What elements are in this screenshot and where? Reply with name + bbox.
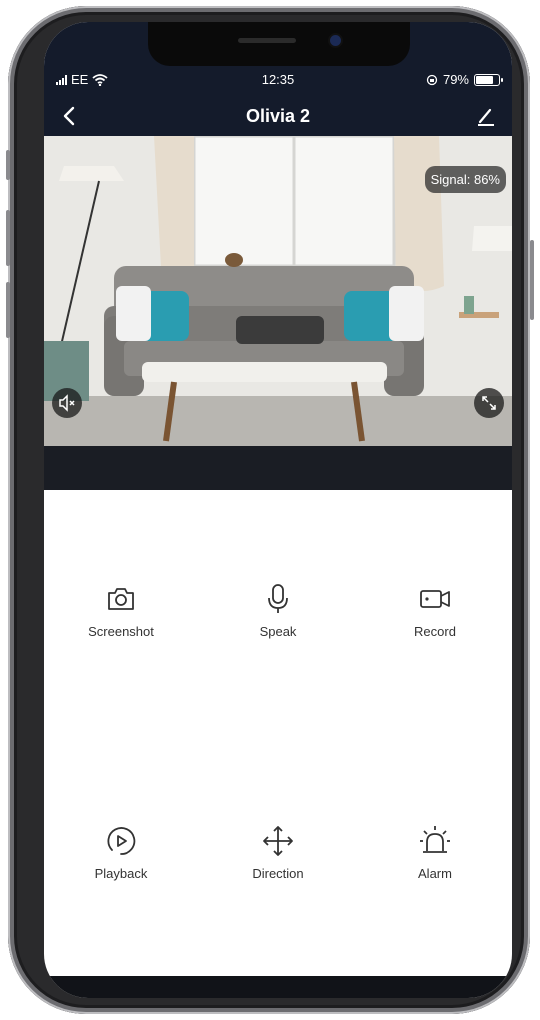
status-bar: EE 12:35 79% — [44, 72, 512, 92]
battery-icon — [474, 73, 503, 86]
speak-label: Speak — [259, 624, 297, 639]
direction-button[interactable]: Direction — [218, 824, 338, 881]
speaker-muted-icon — [59, 394, 75, 412]
playback-button[interactable]: Playback — [61, 824, 181, 881]
nav-bar: Olivia 2 — [44, 102, 512, 132]
microphone-icon — [268, 584, 288, 613]
bottom-bezel-strip — [44, 976, 512, 998]
earpiece — [238, 38, 296, 43]
app-screen: EE 12:35 79% Olivia 2 Signal: 86% Screen… — [44, 22, 512, 998]
screenshot-button[interactable]: Screenshot — [61, 582, 181, 639]
mute-switch — [6, 150, 10, 180]
screenshot-label: Screenshot — [88, 624, 154, 639]
notch — [148, 22, 410, 66]
speak-button[interactable]: Speak — [218, 582, 338, 639]
fullscreen-button[interactable] — [474, 388, 504, 418]
signal-strength-badge: Signal: 86% — [424, 166, 506, 193]
video-letterbox — [44, 446, 512, 490]
record-button[interactable]: Record — [375, 582, 495, 639]
playback-label: Playback — [94, 866, 148, 881]
alarm-button[interactable]: Alarm — [375, 824, 495, 881]
direction-label: Direction — [252, 866, 304, 881]
power-button — [530, 240, 534, 320]
record-label: Record — [414, 624, 456, 639]
direction-arrows-icon — [263, 826, 293, 856]
alarm-siren-icon — [420, 826, 450, 853]
volume-up-button — [6, 210, 10, 266]
camera-live-view[interactable]: Signal: 86% — [44, 136, 512, 446]
video-camera-icon — [420, 590, 450, 608]
rotation-lock-icon — [426, 74, 438, 85]
playback-icon — [107, 827, 136, 855]
status-right: 79% — [426, 72, 503, 87]
mute-button[interactable] — [52, 388, 82, 418]
page-title: Olivia 2 — [245, 106, 311, 126]
front-camera — [330, 35, 341, 46]
alarm-label: Alarm — [418, 866, 452, 881]
edit-pencil-icon[interactable] — [474, 104, 498, 128]
expand-fullscreen-icon — [482, 396, 496, 410]
volume-down-button — [6, 282, 10, 338]
battery-percent: 79% — [442, 72, 469, 87]
camera-icon — [108, 588, 134, 610]
battery-fill — [476, 75, 493, 84]
